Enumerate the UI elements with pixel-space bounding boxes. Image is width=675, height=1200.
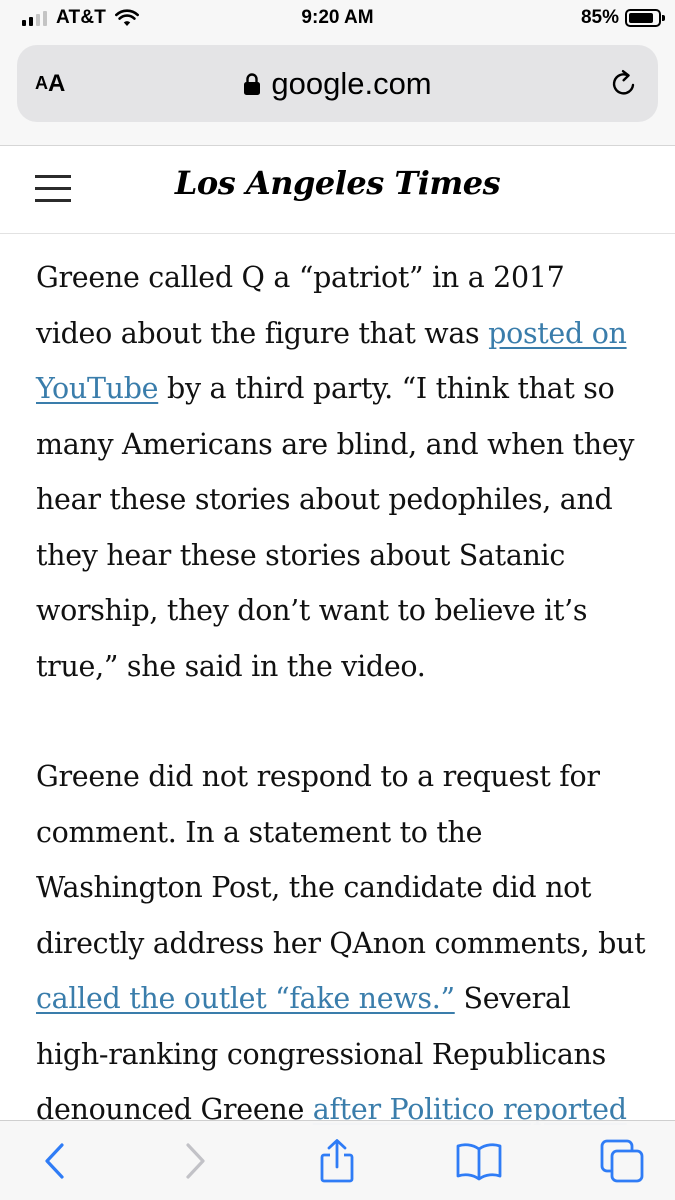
- status-bar: AT&T 9:20 AM 85%: [0, 0, 675, 38]
- bookmarks-icon: [456, 1143, 502, 1181]
- battery-level: [629, 13, 653, 23]
- url-display[interactable]: google.com: [17, 45, 658, 122]
- site-logo[interactable]: Los Angeles Times: [0, 164, 675, 202]
- site-header: Los Angeles Times: [0, 146, 675, 234]
- article-paragraph: Greene called Q a “patriot” in a 2017 vi…: [36, 250, 646, 694]
- battery-percent: 85%: [580, 7, 619, 28]
- bookmarks-button[interactable]: [453, 1135, 505, 1187]
- paragraph-text: Greene called Q a “patriot” in a 2017 vi…: [36, 261, 565, 350]
- paragraph-text: Greene did not respond to a request for …: [36, 760, 646, 960]
- tabs-icon: [600, 1139, 644, 1183]
- fake-news-link[interactable]: called the outlet “fake news.”: [36, 982, 455, 1015]
- back-icon: [45, 1143, 64, 1179]
- share-button[interactable]: [311, 1135, 363, 1187]
- paragraph-text: by a third party. “I think that so many …: [36, 372, 635, 683]
- tabs-button[interactable]: [596, 1135, 648, 1187]
- battery-icon: [625, 9, 665, 27]
- article-paragraph: Greene did not respond to a request for …: [36, 749, 646, 1138]
- share-icon: [320, 1139, 354, 1183]
- clock: 9:20 AM: [301, 7, 374, 28]
- reload-icon[interactable]: [608, 67, 640, 99]
- forward-icon: [186, 1143, 205, 1179]
- address-bar[interactable]: A A google.com: [17, 45, 658, 122]
- browser-chrome-top: A A google.com: [0, 38, 675, 146]
- browser-toolbar: [0, 1120, 675, 1200]
- article-body: Greene called Q a “patriot” in a 2017 vi…: [36, 250, 646, 1193]
- lock-icon: [244, 72, 261, 95]
- back-button[interactable]: [29, 1135, 81, 1187]
- url-text: google.com: [271, 65, 432, 101]
- battery-nub: [662, 15, 665, 21]
- status-right: 85%: [580, 7, 665, 29]
- forward-button[interactable]: [169, 1135, 221, 1187]
